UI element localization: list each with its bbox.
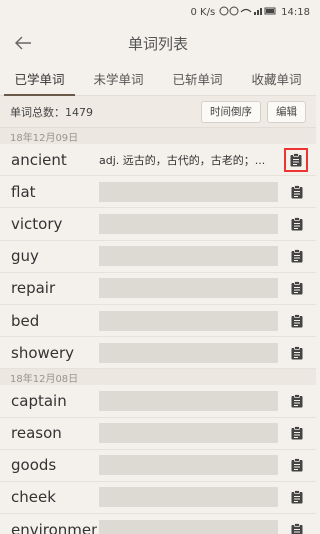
- word-text: cheek: [11, 488, 56, 507]
- tab-learned[interactable]: 已学单词: [0, 62, 79, 96]
- sort-button[interactable]: 时间倒序: [201, 100, 261, 123]
- network-speed: 0 K/s: [190, 6, 216, 18]
- word-row[interactable]: environmental: [0, 514, 316, 534]
- clipboard-icon[interactable]: [286, 454, 308, 476]
- clipboard-icon[interactable]: [286, 245, 308, 267]
- clipboard-icon[interactable]: [286, 486, 308, 508]
- word-text: environmental: [11, 520, 97, 534]
- meaning-mask[interactable]: [99, 423, 278, 444]
- tab-chopped[interactable]: 已斩单词: [158, 62, 237, 95]
- word-text: flat: [11, 182, 36, 201]
- clock: 14:18: [281, 6, 310, 18]
- clipboard-icon[interactable]: [286, 519, 308, 534]
- meaning-mask[interactable]: [99, 213, 278, 234]
- tab-bar: 已学单词 未学单词 已斩单词 收藏单词: [0, 62, 316, 96]
- clipboard-icon[interactable]: [286, 390, 308, 412]
- meaning-mask[interactable]: [99, 487, 278, 508]
- word-row[interactable]: guy: [0, 240, 316, 273]
- word-text: showery: [11, 343, 75, 362]
- title-bar: 单词列表: [0, 24, 316, 62]
- word-count: 单词总数：1479: [10, 105, 93, 119]
- word-text: guy: [11, 247, 39, 266]
- meaning-mask[interactable]: [99, 278, 278, 299]
- clipboard-icon[interactable]: [286, 277, 308, 299]
- clipboard-icon[interactable]: [286, 310, 308, 332]
- meaning-mask[interactable]: [99, 181, 278, 202]
- word-text: victory: [11, 214, 63, 233]
- meaning-mask[interactable]: [99, 342, 278, 363]
- clipboard-icon[interactable]: [286, 181, 308, 203]
- summary-bar: 单词总数：1479 时间倒序 编辑: [0, 96, 316, 128]
- clipboard-icon[interactable]: [284, 147, 308, 172]
- word-text: bed: [11, 311, 40, 330]
- date-header: 18年12月09日: [0, 128, 316, 144]
- edit-button[interactable]: 编辑: [267, 100, 306, 123]
- word-text: ancient: [11, 150, 67, 169]
- word-row[interactable]: reason: [0, 417, 316, 450]
- word-row[interactable]: cheek: [0, 481, 316, 515]
- date-header: 18年12月08日: [0, 369, 316, 386]
- clipboard-icon[interactable]: [286, 213, 308, 235]
- meaning-mask[interactable]: [99, 310, 278, 331]
- signal-wifi-battery-icon: [219, 6, 276, 15]
- meaning-mask[interactable]: [99, 455, 278, 476]
- tab-favorites[interactable]: 收藏单词: [237, 62, 316, 95]
- meaning-mask[interactable]: [99, 246, 278, 267]
- word-row[interactable]: bed: [0, 304, 316, 338]
- word-row[interactable]: flat: [0, 176, 316, 209]
- clipboard-icon[interactable]: [286, 342, 308, 364]
- word-text: repair: [11, 279, 56, 298]
- word-row[interactable]: captain: [0, 385, 316, 418]
- word-text: reason: [11, 424, 62, 443]
- back-button[interactable]: [10, 30, 36, 56]
- word-text: goods: [11, 456, 57, 475]
- meaning-mask[interactable]: [99, 519, 278, 534]
- word-text: captain: [11, 391, 67, 410]
- word-row[interactable]: repair: [0, 272, 316, 305]
- clipboard-icon[interactable]: [286, 422, 308, 444]
- word-meaning[interactable]: adj. 远古的，古代的，古老的；...: [99, 150, 276, 170]
- word-row[interactable]: goods: [0, 449, 316, 482]
- tab-unlearned[interactable]: 未学单词: [79, 62, 158, 95]
- word-row[interactable]: showery: [0, 337, 316, 370]
- meaning-mask[interactable]: [99, 390, 278, 411]
- word-row[interactable]: victory: [0, 208, 316, 241]
- status-icons: [219, 6, 277, 19]
- status-bar: 0 K/s 14:18: [0, 0, 316, 24]
- page-title: 单词列表: [127, 34, 188, 53]
- word-row[interactable]: ancient adj. 远古的，古代的，古老的；...: [0, 144, 316, 177]
- word-list: 18年12月09日 ancient adj. 远古的，古代的，古老的；... flat…: [0, 128, 316, 534]
- back-arrow-icon: [15, 36, 31, 50]
